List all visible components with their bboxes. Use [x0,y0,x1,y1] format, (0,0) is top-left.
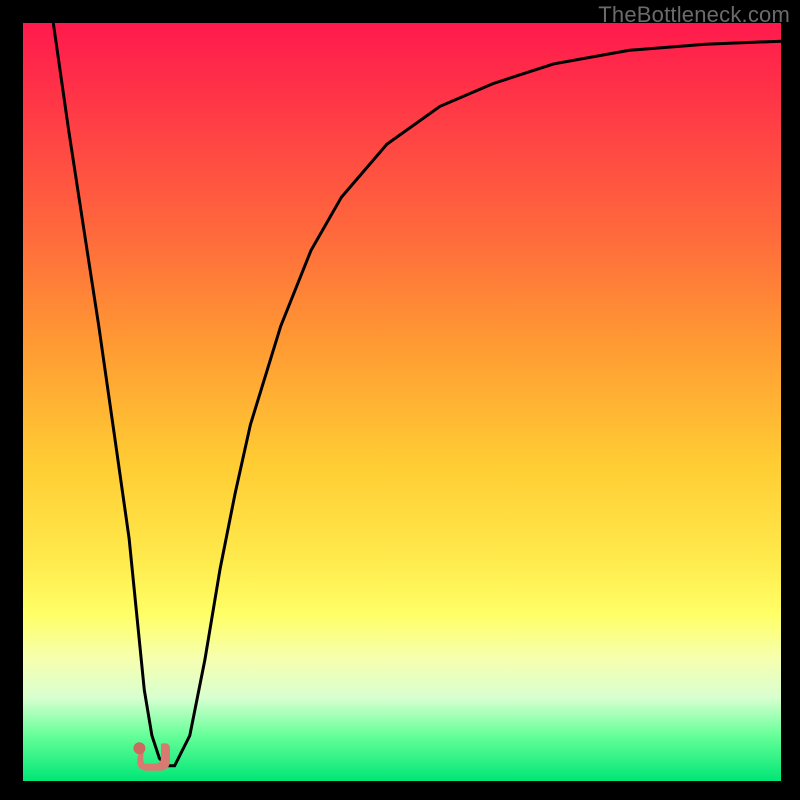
curve-line [53,23,781,766]
bottleneck-curve [0,0,800,800]
chart-frame: TheBottleneck.com [0,0,800,800]
notch-dot-icon [133,742,145,754]
